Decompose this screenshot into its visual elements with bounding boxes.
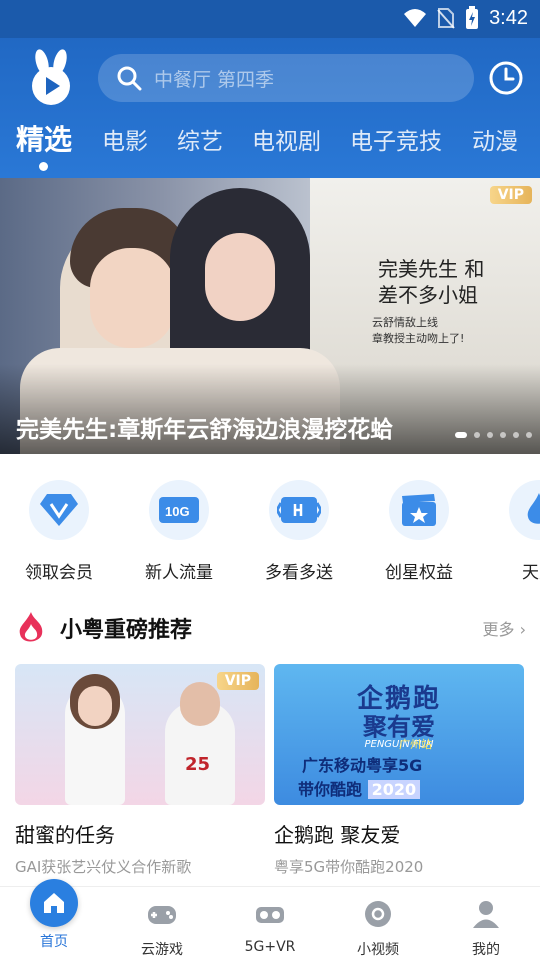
data-10g-icon: 10G (159, 497, 199, 523)
nav-short-video[interactable]: 小视频 (324, 887, 432, 961)
poster-title: 完美先生 和 差不多小姐 (378, 257, 485, 307)
disc-icon (365, 901, 391, 927)
fire-logo-icon (19, 612, 43, 642)
quick-actions: 领取会员 10G 新人流量 多看多送 创星权益 天天 (0, 470, 540, 590)
bottom-nav: 首页 云游戏 5G+VR 小视频 我的 (0, 879, 540, 961)
quick-item-daily[interactable]: 天天 (481, 480, 540, 583)
wifi-icon (404, 9, 427, 27)
card-subtitle: 粤享5G带你酷跑2020 (274, 858, 424, 876)
active-tab-indicator (39, 162, 48, 171)
banner-caption: 完美先生:章斯年云舒海边浪漫挖花蛤 (16, 417, 394, 443)
history-icon[interactable] (488, 60, 524, 96)
carousel-dot (500, 432, 506, 438)
clapper-star-icon (402, 494, 436, 526)
vr-headset-icon (256, 907, 284, 923)
poster-subtitle: 云舒情敌上线 章教授主动吻上了! (372, 316, 465, 345)
diamond-v-icon (40, 494, 78, 526)
recommend-card[interactable]: 25 VIP 甜蜜的任务 GAI获张艺兴仗义合作新歌 (15, 664, 265, 877)
carousel-dots (455, 432, 532, 438)
vip-badge: VIP (489, 186, 532, 204)
flame-icon (527, 493, 540, 524)
search-placeholder: 中餐厅 第四季 (154, 68, 275, 91)
carousel-dot (487, 432, 493, 438)
section-header: 小粤重磅推荐 更多 › (0, 606, 540, 650)
category-tabs: 精选 电影 综艺 电视剧 电子竞技 动漫 (0, 118, 540, 168)
home-icon (30, 879, 78, 927)
carousel-dot (526, 432, 532, 438)
gift-card-icon (277, 497, 321, 523)
hero-banner[interactable]: 完美先生 和 差不多小姐 云舒情敌上线 章教授主动吻上了! VIP 完美先生:章… (0, 178, 540, 454)
tab-movies[interactable]: 电影 (102, 122, 148, 156)
carousel-dot (455, 432, 467, 438)
card-title: 企鹅跑 聚友爱 (274, 823, 401, 847)
status-time: 3:42 (489, 6, 528, 29)
vip-badge: VIP (216, 672, 259, 690)
search-input[interactable]: 中餐厅 第四季 (98, 54, 474, 102)
status-bar: 3:42 (0, 0, 540, 38)
tab-tv-series[interactable]: 电视剧 (252, 122, 321, 156)
card-subtitle: GAI获张艺兴仗义合作新歌 (15, 858, 192, 876)
tab-anime[interactable]: 动漫 (472, 122, 518, 156)
section-title: 小粤重磅推荐 (60, 618, 193, 643)
tab-esports[interactable]: 电子竞技 (350, 122, 442, 156)
nav-5g-vr[interactable]: 5G+VR (216, 887, 324, 961)
recommend-card[interactable]: 企鹅跑 聚有爱 PENGUIN FUN 广州站 广东移动粤享5G 带你酷跑 20… (274, 664, 524, 877)
person-icon (473, 901, 499, 928)
card-title: 甜蜜的任务 (15, 823, 115, 847)
card-thumbnail: 25 VIP (15, 664, 265, 805)
search-icon (117, 66, 142, 91)
quick-item-vip[interactable]: 领取会员 (1, 480, 117, 583)
no-sim-icon (437, 8, 455, 29)
app-logo-icon (32, 49, 70, 105)
quick-item-gift[interactable]: 多看多送 (241, 480, 357, 583)
card-thumbnail: 企鹅跑 聚有爱 PENGUIN FUN 广州站 广东移动粤享5G 带你酷跑 20… (274, 664, 524, 805)
battery-charging-icon (466, 6, 479, 29)
tab-featured[interactable]: 精选 (16, 118, 72, 158)
carousel-dot (474, 432, 480, 438)
nav-profile[interactable]: 我的 (432, 887, 540, 961)
more-link[interactable]: 更多 › (483, 616, 527, 640)
tab-variety[interactable]: 综艺 (177, 122, 223, 156)
nav-home[interactable]: 首页 (0, 879, 108, 961)
svg-text:10G: 10G (165, 504, 190, 519)
quick-item-star[interactable]: 创星权益 (361, 480, 477, 583)
carousel-dot (513, 432, 519, 438)
gamepad-icon (148, 906, 176, 924)
nav-cloud-games[interactable]: 云游戏 (108, 887, 216, 961)
quick-item-data[interactable]: 10G 新人流量 (121, 480, 237, 583)
